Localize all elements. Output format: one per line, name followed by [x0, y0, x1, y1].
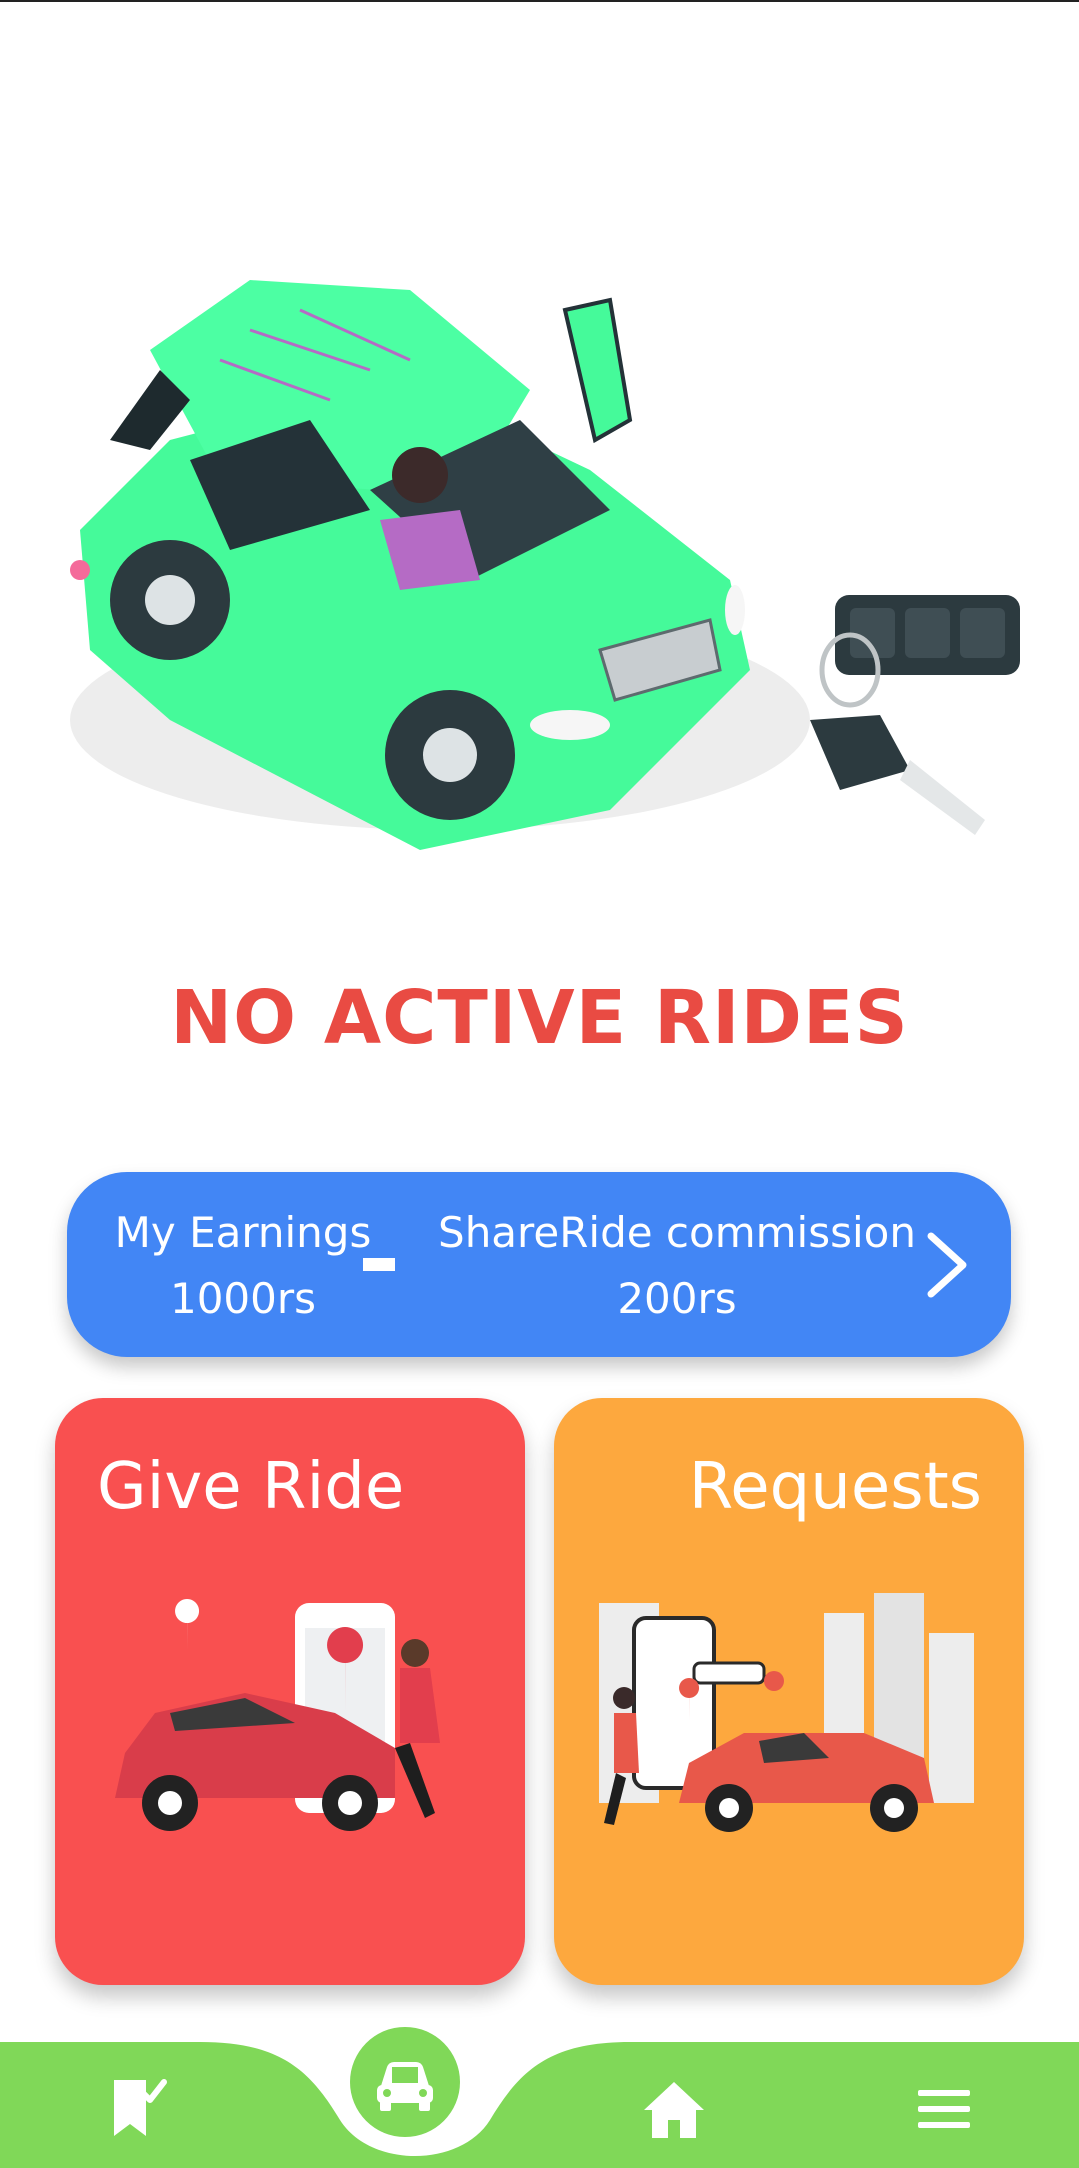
- my-earnings-block: My Earnings 1000rs: [93, 1200, 393, 1332]
- earnings-card[interactable]: My Earnings 1000rs ShareRide commission …: [67, 1172, 1011, 1357]
- give-ride-tile[interactable]: Give Ride: [55, 1398, 525, 1985]
- give-ride-illustration: [115, 1599, 440, 1831]
- driver-home-screen: NO ACTIVE RIDES My Earnings 1000rs Share…: [0, 0, 1079, 2168]
- requests-tile[interactable]: Requests: [554, 1398, 1024, 1985]
- minus-separator: [363, 1258, 395, 1271]
- requests-illustration: [599, 1593, 974, 1832]
- my-earnings-value: 1000rs: [169, 1274, 317, 1323]
- car-fab-button[interactable]: [350, 2027, 460, 2137]
- car-with-keys-illustration: [70, 280, 1020, 850]
- nav-home[interactable]: [634, 2070, 714, 2150]
- no-active-rides-title: NO ACTIVE RIDES: [170, 975, 909, 1061]
- requests-title: Requests: [688, 1450, 982, 1524]
- commission-value: 200rs: [617, 1274, 737, 1323]
- nav-menu[interactable]: [904, 2070, 984, 2150]
- commission-label: ShareRide commission: [438, 1208, 916, 1257]
- commission-block: ShareRide commission 200rs: [397, 1200, 957, 1332]
- car-icon: [377, 2062, 433, 2111]
- bookmark-check-icon: [114, 2079, 167, 2136]
- menu-icon: [918, 2090, 970, 2128]
- home-icon: [644, 2082, 704, 2138]
- status-bar-divider: [0, 0, 1079, 2]
- chevron-right-icon[interactable]: [919, 1230, 973, 1300]
- give-ride-title: Give Ride: [97, 1450, 405, 1524]
- nav-bookings[interactable]: [96, 2068, 176, 2148]
- my-earnings-label: My Earnings: [114, 1208, 372, 1257]
